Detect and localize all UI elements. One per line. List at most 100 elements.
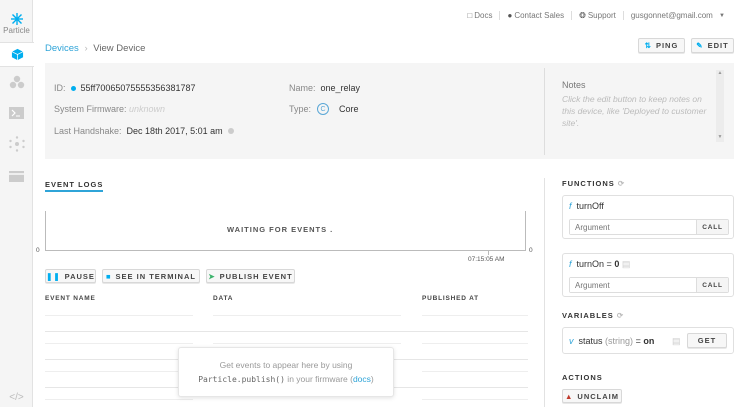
publish-label: PUBLISH EVENT [219, 271, 293, 281]
ping-label: PING [655, 41, 679, 50]
firmware-label: System Firmware: [54, 104, 127, 114]
pause-icon: ❚❚ [46, 271, 61, 281]
refresh-icon[interactable]: ⟳ [617, 311, 624, 320]
name-value: one_relay [320, 83, 361, 93]
x-axis-time-tick: 07:15:05 AM [468, 256, 505, 263]
see-in-terminal-button[interactable]: ■ SEE IN TERMINAL [102, 269, 200, 283]
contact-sales-link[interactable]: ● Contact Sales [499, 11, 571, 20]
edit-label: EDIT [707, 41, 729, 50]
variable-name: status [578, 336, 603, 346]
caret-down-icon: ▼ [719, 12, 725, 19]
account-email: gusgonnet@gmail.com [630, 11, 713, 20]
last-handshake: Last Handshake: Dec 18th 2017, 5:01 am [54, 126, 234, 136]
sidebar-item-integrations[interactable] [0, 70, 33, 94]
breadcrumb-devices[interactable]: Devices [45, 43, 79, 54]
pause-button[interactable]: ❚❚ PAUSE [45, 269, 96, 283]
actions-title: ACTIONS [562, 373, 603, 382]
credit-card-icon [9, 170, 24, 182]
integrations-icon [9, 75, 24, 89]
lifebuoy-icon: ❂ [579, 11, 586, 20]
id-value: 55ff70065075555356381787 [80, 83, 196, 93]
breadcrumb: Devices › View Device [45, 43, 145, 54]
document-icon: □ [467, 11, 473, 20]
logo-label: Particle [3, 25, 30, 35]
send-icon: ➤ [208, 271, 216, 281]
notes-scrollbar[interactable]: ▲ ▼ [716, 70, 724, 142]
account-menu[interactable]: gusgonnet@gmail.com ▼ [622, 11, 732, 20]
argument-input[interactable] [570, 278, 696, 292]
info-icon[interactable] [227, 128, 234, 134]
variable-value: on [643, 336, 655, 346]
waiting-for-events: WAITING FOR EVENTS . [227, 225, 334, 234]
right-divider [544, 178, 545, 407]
device-type: Type: C Core [289, 103, 359, 115]
pencil-icon: ✎ [696, 41, 704, 50]
terminal-icon: ■ [106, 271, 112, 281]
device-id: ID: 55ff70065075555356381787 [54, 83, 195, 93]
variable-type: (string) [605, 336, 634, 346]
network-icon [8, 136, 25, 152]
chevron-right-icon: › [84, 43, 88, 54]
docs-link-hint[interactable]: docs [353, 374, 371, 384]
particle-logo[interactable]: Particle [0, 6, 33, 40]
function-card-turnon: f turnOn = 0 ▤ CALL [562, 253, 734, 297]
function-card-turnoff: f turnOff CALL [562, 195, 734, 239]
id-label: ID: [54, 83, 66, 93]
sidebar-item-billing[interactable] [0, 164, 33, 188]
publish-event-button[interactable]: ➤ PUBLISH EVENT [206, 269, 295, 283]
ping-button[interactable]: ⇅ PING [638, 38, 685, 53]
variables-title: VARIABLES ⟳ [562, 311, 624, 320]
sidebar-item-devices[interactable] [0, 42, 34, 67]
variable-icon: v [569, 336, 574, 346]
tab-event-logs[interactable]: EVENT LOGS [45, 180, 104, 192]
device-name: Name: one_relay [289, 83, 360, 93]
y-axis-right-tick: 0 [529, 247, 533, 254]
functions-title: FUNCTIONS ⟳ [562, 179, 625, 188]
argument-input[interactable] [570, 220, 696, 234]
divider [544, 68, 545, 155]
core-type-icon: C [317, 103, 330, 115]
variables-label: VARIABLES [562, 311, 614, 320]
online-status-dot [70, 85, 76, 91]
cube-icon [11, 48, 23, 61]
hint-mid: in your firmware ( [284, 374, 353, 384]
empty-events-hint: Get events to appear here by using Parti… [178, 347, 394, 397]
breadcrumb-current: View Device [93, 43, 146, 54]
function-name: turnOn = [576, 259, 615, 269]
type-label: Type: [289, 104, 312, 114]
notes-textarea[interactable]: Click the edit button to keep notes on t… [562, 93, 717, 129]
call-button[interactable]: CALL [696, 278, 728, 292]
sidebar-item-console[interactable] [0, 101, 33, 125]
call-button[interactable]: CALL [696, 220, 728, 234]
edit-button[interactable]: ✎ EDIT [691, 38, 734, 53]
chat-icon: ● [507, 11, 513, 20]
column-event-name: EVENT NAME [45, 295, 96, 302]
pause-label: PAUSE [64, 271, 95, 281]
name-label: Name: [289, 83, 316, 93]
refresh-icon[interactable]: ⟳ [618, 179, 625, 188]
function-icon: f [569, 201, 572, 211]
handshake-value: Dec 18th 2017, 5:01 am [126, 126, 223, 136]
copy-icon[interactable]: ▤ [622, 259, 631, 269]
handshake-label: Last Handshake: [54, 126, 122, 136]
copy-icon[interactable]: ▤ [672, 336, 681, 347]
hint-line-1: Get events to appear here by using [219, 360, 353, 370]
function-icon: f [569, 259, 572, 269]
contact-sales-label: Contact Sales [514, 11, 565, 20]
sidebar: Particle </> [0, 0, 34, 407]
unclaim-button[interactable]: ▲ UNCLAIM [562, 389, 622, 403]
support-label: Support [587, 11, 616, 20]
variable-card-status: v status (string) = on ▤ GET [562, 327, 734, 354]
unclaim-label: UNCLAIM [577, 391, 619, 401]
get-button[interactable]: GET [687, 333, 727, 348]
sidebar-item-sdk[interactable]: </> [0, 388, 33, 406]
sidebar-item-mesh[interactable] [0, 132, 33, 156]
unclaim-icon: ▲ [564, 391, 574, 401]
support-link[interactable]: ❂ Support [571, 11, 623, 20]
column-data: DATA [213, 295, 234, 302]
ping-icon: ⇅ [644, 41, 652, 50]
function-name: turnOff [576, 201, 604, 211]
docs-label: Docs [474, 11, 493, 20]
hint-end: ) [370, 374, 374, 384]
docs-link[interactable]: □ Docs [460, 11, 499, 20]
